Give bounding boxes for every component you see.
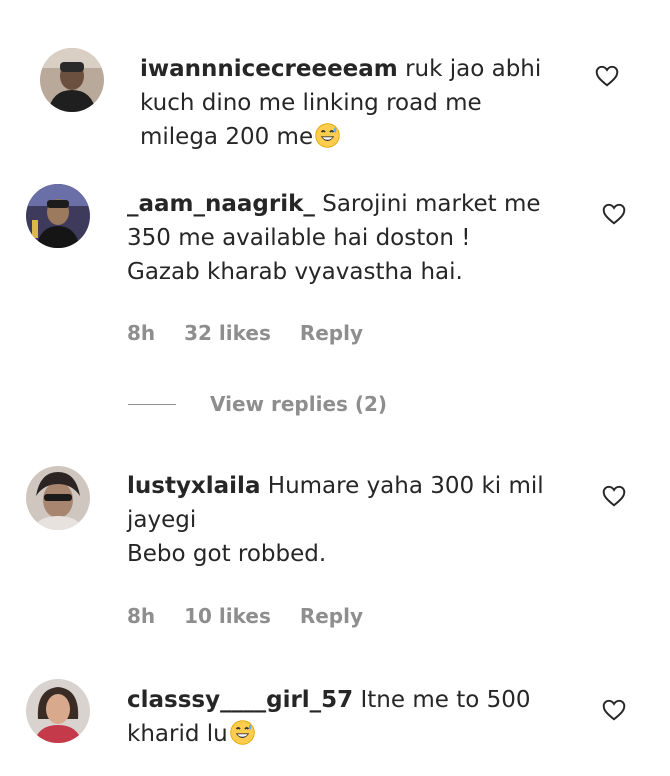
comment-time: 8h <box>127 321 156 345</box>
like-heart-icon[interactable] <box>601 201 627 227</box>
like-count-button[interactable]: 10 likes <box>184 604 271 628</box>
comment-time: 8h <box>127 604 156 628</box>
divider <box>128 403 176 405</box>
comment-text: lustyxlaila Humare yaha 300 ki mil jayeg… <box>127 469 567 571</box>
comment-username[interactable]: classsy____girl_57 <box>127 687 353 713</box>
like-heart-icon[interactable] <box>601 483 627 509</box>
like-heart-icon[interactable] <box>594 63 620 89</box>
comment-meta: 8h 10 likes Reply <box>127 604 385 628</box>
reply-button[interactable]: Reply <box>300 604 363 628</box>
like-count-button[interactable]: 32 likes <box>184 321 271 345</box>
comment-text: iwannnicecreeeeam ruk jao abhi kuch dino… <box>140 52 580 154</box>
grinning-sweat-emoji-icon <box>229 720 255 745</box>
view-replies-button[interactable]: View replies (2) <box>128 392 387 416</box>
grinning-sweat-emoji-icon <box>315 123 340 148</box>
comment-meta: 8h 32 likes Reply <box>127 321 385 345</box>
comment-username[interactable]: lustyxlaila <box>127 473 260 499</box>
avatar[interactable] <box>26 184 90 248</box>
comment-username[interactable]: _aam_naagrik_ <box>127 191 315 217</box>
view-replies-label: View replies (2) <box>210 392 388 416</box>
comment-text: _aam_naagrik_ Sarojini market me 350 me … <box>127 187 567 289</box>
avatar[interactable] <box>26 466 90 530</box>
comment-username[interactable]: iwannnicecreeeeam <box>140 56 398 82</box>
avatar[interactable] <box>26 679 90 743</box>
avatar[interactable] <box>40 48 104 112</box>
reply-button[interactable]: Reply <box>300 321 363 345</box>
comment-text: classsy____girl_57 Itne me to 500 kharid… <box>127 683 567 751</box>
like-heart-icon[interactable] <box>601 697 627 723</box>
